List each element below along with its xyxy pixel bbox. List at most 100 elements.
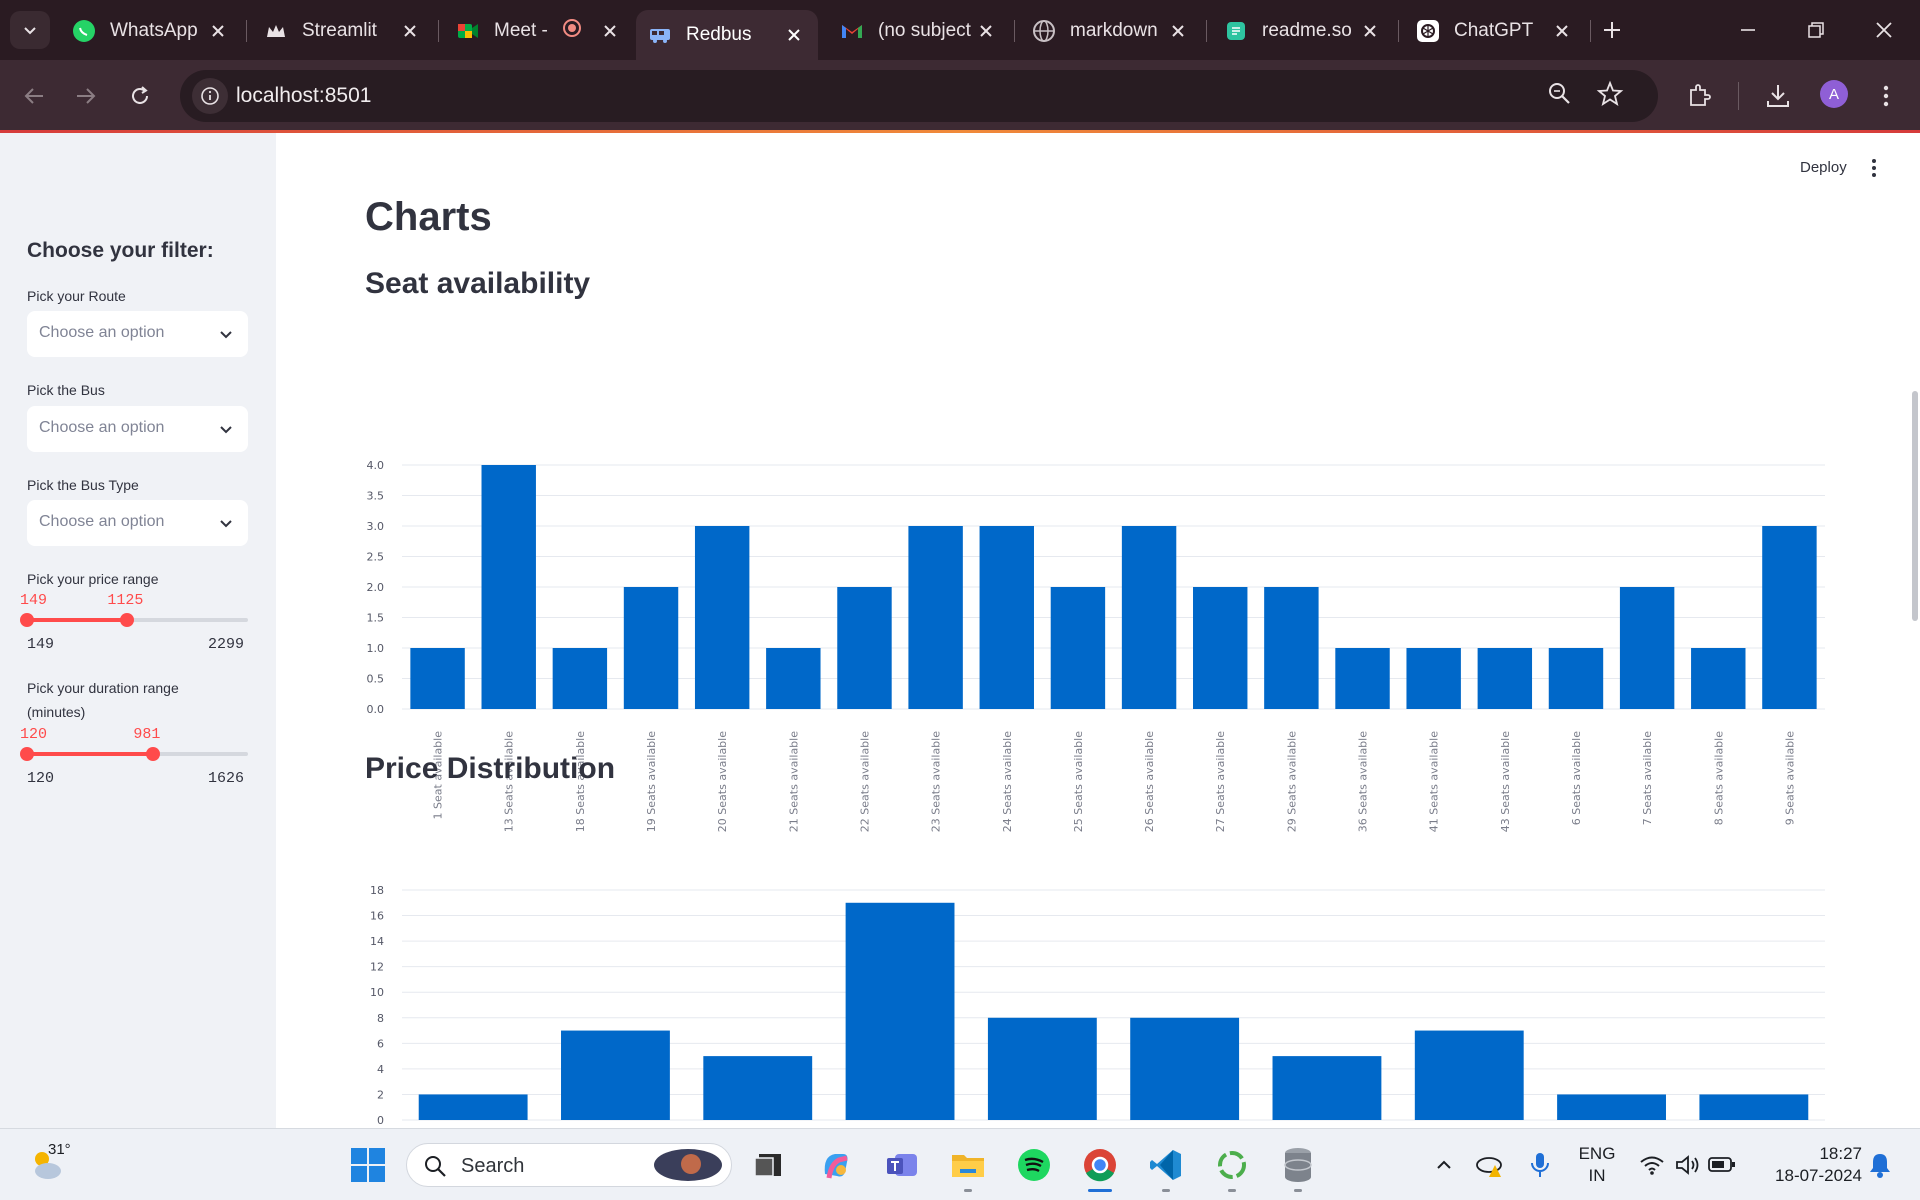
seat-chart-heading: Seat availability	[365, 267, 591, 300]
close-icon[interactable]	[1548, 17, 1576, 45]
price-low-handle[interactable]	[20, 613, 34, 627]
url-text: localhost:8501	[236, 84, 372, 107]
chevron-up-icon[interactable]	[1424, 1145, 1464, 1185]
tab-chatgpt[interactable]: ChatGPT	[1404, 10, 1586, 52]
bus-icon	[648, 23, 672, 47]
zoom-icon[interactable]	[1546, 80, 1574, 113]
bar	[1557, 1094, 1666, 1120]
bar	[1130, 1017, 1240, 1120]
back-arrow-icon	[24, 88, 43, 104]
bar	[410, 648, 465, 709]
tab-meet[interactable]: Meet -	[444, 10, 626, 52]
browser-tab-strip: WhatsApp Streamlit Meet - Redbus (no sub…	[0, 0, 1920, 60]
tab-gmail[interactable]: (no subject	[828, 10, 1010, 52]
site-info-icon[interactable]	[192, 78, 228, 114]
duration-max-label: 1626	[208, 770, 245, 787]
close-icon[interactable]	[596, 17, 624, 45]
bar	[1121, 526, 1177, 709]
spotify-icon[interactable]	[1014, 1145, 1054, 1185]
microphone-icon[interactable]	[1520, 1145, 1560, 1185]
chrome-icon[interactable]	[1080, 1145, 1120, 1185]
price-chart-heading: Price Distribution	[365, 752, 616, 785]
bar	[1050, 587, 1106, 709]
battery-icon[interactable]	[1702, 1145, 1742, 1185]
duration-high-handle[interactable]	[146, 747, 161, 761]
y-tick-label: 0.5	[367, 673, 385, 686]
tab-label: (no subject	[878, 20, 971, 41]
tab-search-button[interactable]	[10, 11, 50, 49]
new-tab-button[interactable]	[1584, 10, 1640, 50]
y-tick-label: 10	[370, 986, 384, 999]
teams-icon[interactable]	[882, 1145, 922, 1185]
y-tick-label: 2	[377, 1088, 384, 1101]
tab-label: ChatGPT	[1454, 20, 1534, 41]
tab-redbus[interactable]: Redbus	[636, 10, 818, 60]
bar	[1691, 648, 1746, 709]
duration-low-handle[interactable]	[20, 747, 34, 761]
route-select[interactable]: Choose an option	[27, 311, 248, 357]
y-tick-label: 0.0	[367, 703, 385, 716]
close-icon[interactable]	[396, 17, 424, 45]
close-icon[interactable]	[204, 17, 232, 45]
tab-whatsapp[interactable]: WhatsApp	[60, 10, 242, 52]
streamlit-crown-icon	[264, 19, 288, 43]
minimize-button[interactable]	[1720, 10, 1776, 50]
bar	[908, 526, 963, 709]
tab-markdown[interactable]: markdown	[1020, 10, 1202, 52]
bus-type-select-placeholder: Choose an option	[39, 513, 165, 530]
forward-button[interactable]	[64, 74, 108, 118]
tab-streamlit[interactable]: Streamlit	[252, 10, 434, 52]
file-explorer-icon[interactable]	[948, 1145, 988, 1185]
extensions-icon[interactable]	[1682, 78, 1718, 114]
price-range-slider[interactable]	[20, 613, 248, 627]
copilot-icon[interactable]	[816, 1145, 856, 1185]
clock[interactable]: 18:27 18-07-2024	[1752, 1143, 1862, 1187]
vscode-icon[interactable]	[1146, 1145, 1186, 1185]
language-indicator[interactable]: ENG IN	[1572, 1143, 1622, 1187]
bar	[1619, 587, 1675, 709]
duration-range-slider[interactable]	[20, 747, 248, 761]
close-icon[interactable]	[972, 17, 1000, 45]
y-tick-label: 1.5	[367, 612, 385, 625]
price-high-handle[interactable]	[120, 613, 135, 627]
download-icon[interactable]	[1760, 78, 1796, 114]
bus-type-select[interactable]: Choose an option	[27, 500, 248, 546]
notification-bell-icon[interactable]	[1860, 1145, 1900, 1185]
bar	[1406, 648, 1461, 709]
page-scrollbar[interactable]	[1912, 391, 1918, 621]
back-button[interactable]	[12, 74, 56, 118]
chevron-down-icon	[218, 515, 234, 536]
onedrive-warning-icon[interactable]	[1470, 1145, 1510, 1185]
duration-range-fill	[27, 752, 154, 756]
chevron-down-icon	[218, 326, 234, 347]
close-window-button[interactable]	[1856, 10, 1912, 50]
bar	[1699, 1094, 1809, 1120]
profile-avatar[interactable]: A	[1820, 80, 1848, 108]
address-bar[interactable]: localhost:8501	[180, 70, 1658, 122]
search-icon	[423, 1154, 447, 1183]
wifi-icon[interactable]	[1632, 1145, 1672, 1185]
task-view-icon[interactable]	[748, 1145, 788, 1185]
price-low-value: 149	[20, 592, 48, 609]
readme-icon	[1224, 19, 1248, 43]
database-icon[interactable]	[1278, 1145, 1318, 1185]
bookmark-star-icon[interactable]	[1596, 80, 1624, 113]
taskbar-search[interactable]: Search	[406, 1143, 732, 1187]
tab-readme[interactable]: readme.so	[1212, 10, 1394, 52]
restore-button[interactable]	[1788, 10, 1844, 50]
bus-select[interactable]: Choose an option	[27, 406, 248, 452]
close-icon[interactable]	[1164, 17, 1192, 45]
price-range-label: Pick your price range	[27, 571, 159, 587]
close-icon[interactable]	[1356, 17, 1384, 45]
y-tick-label: 3.5	[367, 490, 385, 503]
bar	[561, 1030, 670, 1120]
main-menu-icon[interactable]	[1870, 158, 1878, 183]
reload-button[interactable]	[118, 74, 162, 118]
globe-icon	[1032, 19, 1056, 43]
close-icon[interactable]	[780, 21, 808, 49]
windows-start-icon[interactable]	[348, 1145, 388, 1185]
jupyter-icon[interactable]	[1212, 1145, 1252, 1185]
deploy-button[interactable]: Deploy	[1800, 159, 1847, 176]
browser-menu-icon[interactable]	[1868, 78, 1904, 114]
bar	[979, 526, 1034, 709]
